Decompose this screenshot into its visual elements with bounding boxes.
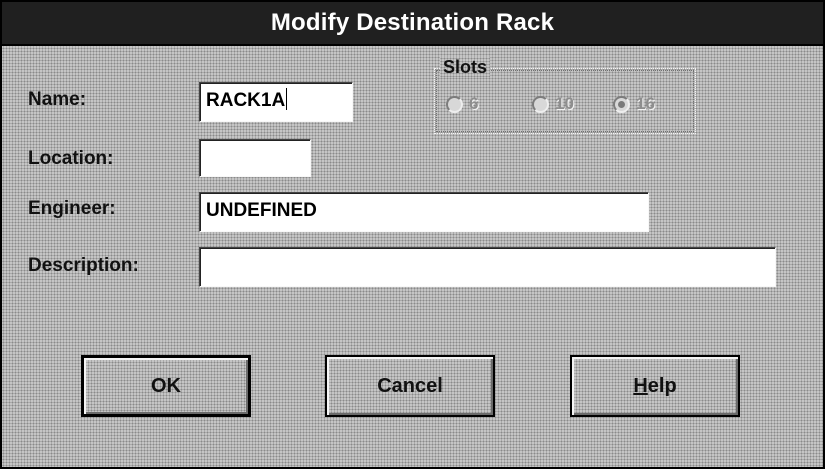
help-label-rest: elp [647, 374, 677, 397]
text-cursor [286, 88, 288, 110]
location-label: Location: [28, 148, 114, 169]
radio-10-circle [532, 95, 549, 113]
help-mnemonic: H [633, 374, 648, 397]
radio-6-circle [446, 95, 463, 113]
ok-button[interactable]: OK [81, 355, 251, 417]
radio-10-label: 10 [555, 94, 574, 113]
radio-16-label: 16 [636, 94, 655, 113]
radio-16-circle [613, 95, 630, 113]
slots-radio-6[interactable]: 6 [446, 94, 478, 114]
engineer-label: Engineer: [28, 198, 116, 219]
description-label: Description: [28, 255, 139, 276]
name-label: Name: [28, 89, 87, 110]
slots-group-label: Slots [440, 57, 491, 78]
location-input[interactable] [199, 139, 311, 177]
engineer-input[interactable]: UNDEFINED [199, 192, 649, 232]
description-input[interactable] [199, 247, 776, 287]
name-input-value: RACK1A [206, 90, 286, 111]
dialog-title-bar[interactable]: Modify Destination Rack [2, 2, 823, 46]
radio-6-label: 6 [469, 94, 479, 113]
help-button[interactable]: Help [570, 355, 740, 417]
slots-radio-10[interactable]: 10 [532, 94, 574, 114]
slots-radio-16[interactable]: 16 [613, 94, 655, 114]
dialog-title: Modify Destination Rack [270, 9, 555, 36]
modify-destination-rack-dialog: Modify Destination Rack Name: RACK1A Slo… [0, 0, 825, 469]
name-input[interactable]: RACK1A [199, 82, 353, 122]
cancel-button[interactable]: Cancel [325, 355, 495, 417]
